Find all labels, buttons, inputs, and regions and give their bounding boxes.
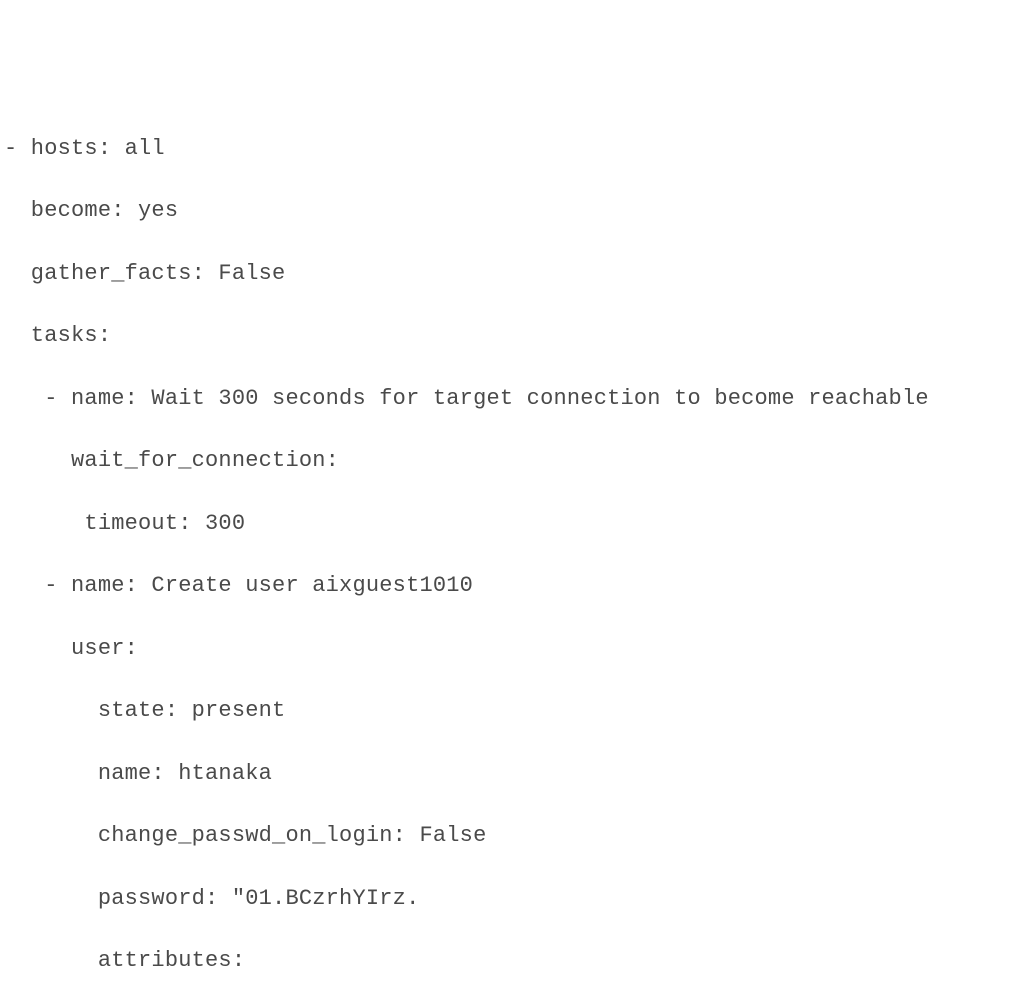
code-line: - name: Wait 300 seconds for target conn… xyxy=(4,383,1020,414)
code-line: tasks: xyxy=(4,320,1020,351)
code-line: - hosts: all xyxy=(4,133,1020,164)
code-line: become: yes xyxy=(4,195,1020,226)
code-line: - name: Create user aixguest1010 xyxy=(4,570,1020,601)
code-line: timeout: 300 xyxy=(4,508,1020,539)
code-line: attributes: xyxy=(4,945,1020,976)
code-line: change_passwd_on_login: False xyxy=(4,820,1020,851)
code-line: wait_for_connection: xyxy=(4,445,1020,476)
code-line: user: xyxy=(4,633,1020,664)
code-line: gather_facts: False xyxy=(4,258,1020,289)
code-line: state: present xyxy=(4,695,1020,726)
code-line: name: htanaka xyxy=(4,758,1020,789)
code-line: password: "01.BCzrhYIrz. xyxy=(4,883,1020,914)
